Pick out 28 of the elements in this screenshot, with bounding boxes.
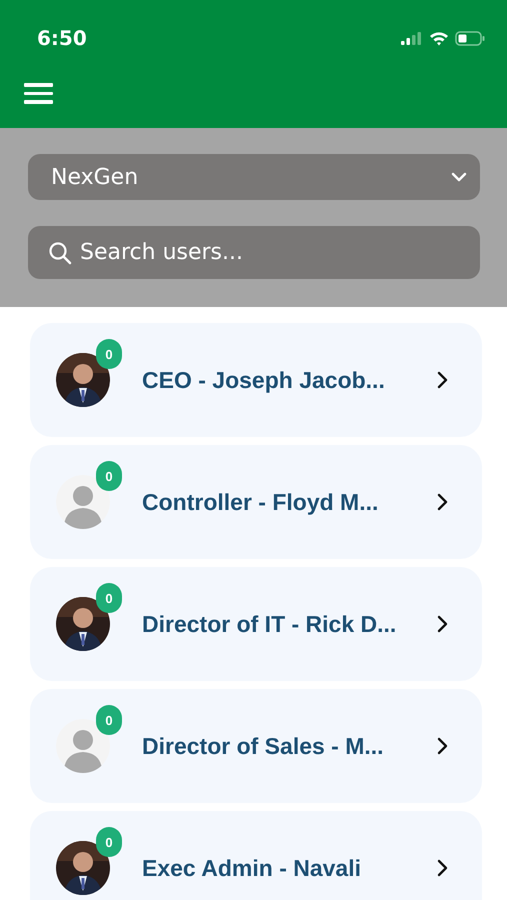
user-card[interactable]: 0 Exec Admin - Navali (30, 811, 482, 900)
user-card[interactable]: 0 Controller - Floyd M... (30, 445, 482, 559)
search-field[interactable]: Search users... (28, 226, 480, 279)
wifi-icon (429, 30, 449, 46)
user-name: Director of Sales - M... (142, 732, 385, 760)
chevron-right-icon (436, 371, 448, 389)
search-icon (48, 241, 72, 265)
count-badge: 0 (96, 461, 122, 491)
user-card[interactable]: 0 CEO - Joseph Jacob... (30, 323, 482, 437)
chevron-right-icon (436, 615, 448, 633)
chevron-down-icon (450, 171, 468, 183)
user-name: Exec Admin - Navali (142, 854, 362, 882)
chevron-right-icon (436, 737, 448, 755)
chevron-right-icon (436, 493, 448, 511)
count-badge: 0 (96, 339, 122, 369)
status-time: 6:50 (37, 26, 87, 50)
user-name: Director of IT - Rick D... (142, 610, 398, 638)
count-badge: 0 (96, 827, 122, 857)
chevron-right-icon (436, 859, 448, 877)
user-card[interactable]: 0 Director of Sales - M... (30, 689, 482, 803)
count-badge: 0 (96, 705, 122, 735)
user-name: CEO - Joseph Jacob... (142, 366, 386, 394)
user-card[interactable]: 0 Director of IT - Rick D... (30, 567, 482, 681)
count-badge: 0 (96, 583, 122, 613)
user-name: Controller - Floyd M... (142, 488, 380, 516)
battery-icon (455, 30, 485, 46)
signal-icon (401, 31, 423, 45)
company-dropdown[interactable]: NexGen (28, 154, 480, 200)
